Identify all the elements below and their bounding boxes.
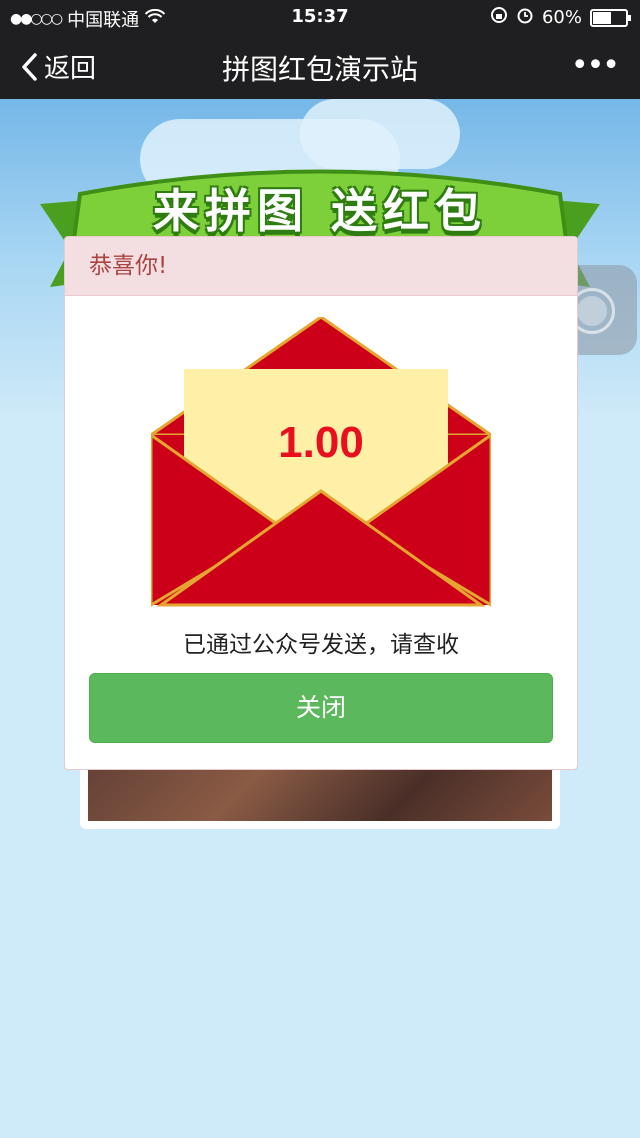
dialog-header: 恭喜你! <box>65 237 577 296</box>
nav-bar: 返回 拼图红包演示站 ••• <box>0 34 640 99</box>
red-packet-amount: 1.00 <box>278 418 364 467</box>
assistive-dot <box>577 296 607 326</box>
battery-percent: 60% <box>541 7 582 28</box>
close-button[interactable]: 关闭 <box>89 673 553 743</box>
more-menu-icon[interactable]: ••• <box>571 48 620 83</box>
page-content: 来拼图 送红包 恭喜你! 1.00 已通过公众号发送，请查收 关闭 <box>0 99 640 1138</box>
status-bar: ●●○○○ 中国联通 15:37 60% <box>0 0 640 34</box>
page-title: 拼图红包演示站 <box>221 53 418 86</box>
banner-text: 来拼图 送红包 <box>152 184 487 238</box>
battery-icon <box>590 8 631 27</box>
sent-message: 已通过公众号发送，请查收 <box>183 632 459 658</box>
alarm-icon <box>516 6 534 29</box>
battery-fill <box>593 11 611 24</box>
red-packet-dialog: 恭喜你! 1.00 已通过公众号发送，请查收 关闭 <box>64 236 578 770</box>
rotation-lock-icon <box>490 6 508 29</box>
status-right: 60% <box>490 6 631 29</box>
